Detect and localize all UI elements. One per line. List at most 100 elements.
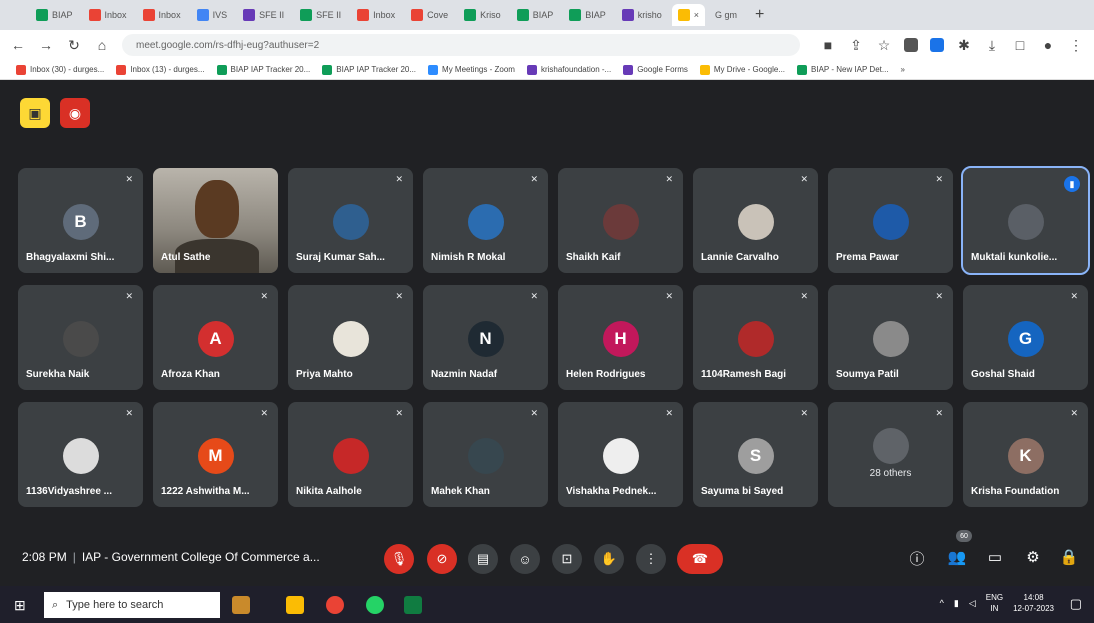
participant-tile[interactable]: ▮ Muktali kunkolie... xyxy=(961,166,1090,275)
browser-tab[interactable]: SFE II xyxy=(294,4,347,26)
extension-icon[interactable] xyxy=(930,38,944,52)
participant-tile[interactable]: M ✕ 1222 Ashwitha M... xyxy=(153,402,278,507)
chrome-icon[interactable] xyxy=(326,596,344,614)
activities-icon[interactable]: ⚙ xyxy=(1022,548,1044,566)
back-icon[interactable]: ← xyxy=(10,37,26,53)
excel-icon[interactable] xyxy=(404,596,422,614)
muted-mic-icon: ✕ xyxy=(125,291,133,301)
participant-name: Atul Sathe xyxy=(161,252,211,263)
avatar xyxy=(62,321,99,357)
briefcase-app-icon[interactable] xyxy=(232,596,250,614)
bookmark-item[interactable]: Inbox (30) - durges... xyxy=(16,64,104,75)
raise-hand-button[interactable]: ✋ xyxy=(594,544,624,574)
meeting-details-icon[interactable]: ⓘ xyxy=(906,548,928,569)
others-tile[interactable]: 28 others ✕ xyxy=(828,402,953,507)
network-icon[interactable]: ▮ xyxy=(954,598,959,609)
camera-off-button[interactable]: ⊘ xyxy=(427,544,457,574)
captions-button[interactable]: ▤ xyxy=(468,544,498,574)
participant-tile[interactable]: A ✕ Afroza Khan xyxy=(153,285,278,390)
bookmark-star-icon[interactable]: ☆ xyxy=(876,37,892,54)
participant-tile[interactable]: ✕ Suraj Kumar Sah... xyxy=(288,168,413,273)
notification-icon[interactable]: ▢ xyxy=(1070,596,1082,612)
windows-start-icon[interactable]: ⊞ xyxy=(14,597,26,614)
clock-time: 14:08 xyxy=(1023,593,1044,602)
whatsapp-icon[interactable] xyxy=(366,596,384,614)
participant-tile[interactable]: ✕ Mahek Khan xyxy=(423,402,548,507)
puzzle-icon[interactable]: ✱ xyxy=(956,37,972,54)
participant-tile[interactable]: ✕ Nimish R Mokal xyxy=(423,168,548,273)
participant-tile[interactable]: S ✕ Sayuma bi Sayed xyxy=(693,402,818,507)
participant-tile[interactable]: K ✕ Krisha Foundation xyxy=(963,402,1088,507)
browser-tab[interactable]: IVS xyxy=(191,4,234,26)
browser-tab[interactable]: Inbox xyxy=(351,4,401,26)
participant-tile[interactable]: ✕ Lannie Carvalho xyxy=(693,168,818,273)
browser-tab[interactable]: krisho xyxy=(616,4,668,26)
participant-tile[interactable]: N ✕ Nazmin Nadaf xyxy=(423,285,548,390)
participant-name: Prema Pawar xyxy=(836,252,899,263)
participant-tile[interactable]: B ✕ Bhagyalaxmi Shi... xyxy=(18,168,143,273)
browser-tab[interactable]: BIAP xyxy=(511,4,560,26)
people-icon[interactable]: 👥 xyxy=(946,548,968,566)
participant-tile[interactable]: ✕ Priya Mahto xyxy=(288,285,413,390)
muted-mic-icon: ✕ xyxy=(800,408,808,418)
participant-tile[interactable]: G ✕ Goshal Shaid xyxy=(963,285,1088,390)
participant-tile[interactable]: ✕ Shaikh Kaif xyxy=(558,168,683,273)
participant-grid: B ✕ Bhagyalaxmi Shi... Atul Sathe ✕ Suraj Kum… xyxy=(18,166,1090,507)
more-options-button[interactable]: ⋮ xyxy=(636,544,666,574)
bookmark-item[interactable]: My Meetings - Zoom xyxy=(428,64,515,75)
taskbar-search-box[interactable]: ⌕ Type here to search xyxy=(44,592,220,618)
recording-icon[interactable]: ◉ xyxy=(60,98,90,128)
present-button[interactable]: ⊡ xyxy=(552,544,582,574)
profile-icon[interactable]: ● xyxy=(1040,37,1056,53)
bookmarks-overflow-button[interactable]: » xyxy=(901,65,905,74)
address-bar[interactable]: meet.google.com/rs-dfhj-eug?authuser=2 xyxy=(122,34,800,56)
camera-icon[interactable]: ■ xyxy=(820,37,836,53)
participant-tile[interactable]: ✕ 1104Ramesh Bagi xyxy=(693,285,818,390)
browser-tab[interactable]: SFE II xyxy=(237,4,290,26)
home-icon[interactable]: ⌂ xyxy=(94,37,110,53)
participant-tile[interactable]: ✕ Nikita Aalhole xyxy=(288,402,413,507)
browser-tab[interactable]: Cove xyxy=(405,4,454,26)
whiteboard-icon[interactable]: ▣ xyxy=(20,98,50,128)
bookmark-item[interactable]: krishafoundation -... xyxy=(526,64,611,75)
forward-icon[interactable]: → xyxy=(38,37,54,53)
browser-tab[interactable]: Inbox xyxy=(137,4,187,26)
participant-tile[interactable]: ✕ Vishakha Pednek... xyxy=(558,402,683,507)
chat-icon[interactable]: ▭ xyxy=(984,548,1006,566)
participant-tile[interactable]: ✕ Prema Pawar xyxy=(828,168,953,273)
sidepanel-icon[interactable]: □ xyxy=(1012,37,1028,53)
menu-dots-icon[interactable]: ⋮ xyxy=(1068,37,1084,54)
mic-off-button[interactable]: 🎙 xyxy=(384,544,414,574)
close-tab-icon[interactable]: × xyxy=(694,10,699,20)
leave-call-button[interactable]: ☎ xyxy=(677,544,723,574)
browser-tab[interactable]: Kriso xyxy=(458,4,507,26)
participant-tile[interactable]: H ✕ Helen Rodrigues xyxy=(558,285,683,390)
participant-tile[interactable]: Atul Sathe xyxy=(153,168,278,273)
taskbar-clock[interactable]: 14:08 12-07-2023 xyxy=(1013,592,1054,614)
bookmark-item[interactable]: BIAP IAP Tracker 20... xyxy=(216,64,310,75)
browser-tab[interactable]: BIAP xyxy=(563,4,612,26)
language-indicator[interactable]: ENG IN xyxy=(986,592,1003,614)
reload-icon[interactable]: ↻ xyxy=(66,37,82,54)
emoji-button[interactable]: ☺ xyxy=(510,544,540,574)
browser-tab[interactable]: G gm xyxy=(709,4,743,26)
tray-chevron-icon[interactable]: ^ xyxy=(940,598,944,608)
participant-tile[interactable]: ✕ Soumya Patil xyxy=(828,285,953,390)
participant-tile[interactable]: ✕ 1136Vidyashree ... xyxy=(18,402,143,507)
download-icon[interactable]: ⤓ xyxy=(984,37,1000,54)
bookmark-item[interactable]: BIAP IAP Tracker 20... xyxy=(322,64,416,75)
host-controls-icon[interactable]: 🔒 xyxy=(1058,548,1080,566)
bookmark-item[interactable]: Inbox (13) - durges... xyxy=(116,64,205,75)
extension-icon[interactable] xyxy=(904,38,918,52)
share-icon[interactable]: ⇪ xyxy=(848,37,864,54)
file-explorer-icon[interactable] xyxy=(286,596,304,614)
bookmark-item[interactable]: Google Forms xyxy=(623,64,688,75)
bookmark-item[interactable]: BIAP - New IAP Det... xyxy=(797,64,889,75)
participant-tile[interactable]: ✕ Surekha Naik xyxy=(18,285,143,390)
browser-tab[interactable]: Inbox xyxy=(83,4,133,26)
new-tab-button[interactable]: + xyxy=(747,6,772,24)
volume-icon[interactable]: ◁ xyxy=(969,598,976,609)
browser-tab[interactable]: BIAP xyxy=(30,4,79,26)
bookmark-item[interactable]: My Drive - Google... xyxy=(699,64,785,75)
browser-tab-active[interactable]: × xyxy=(671,4,705,26)
